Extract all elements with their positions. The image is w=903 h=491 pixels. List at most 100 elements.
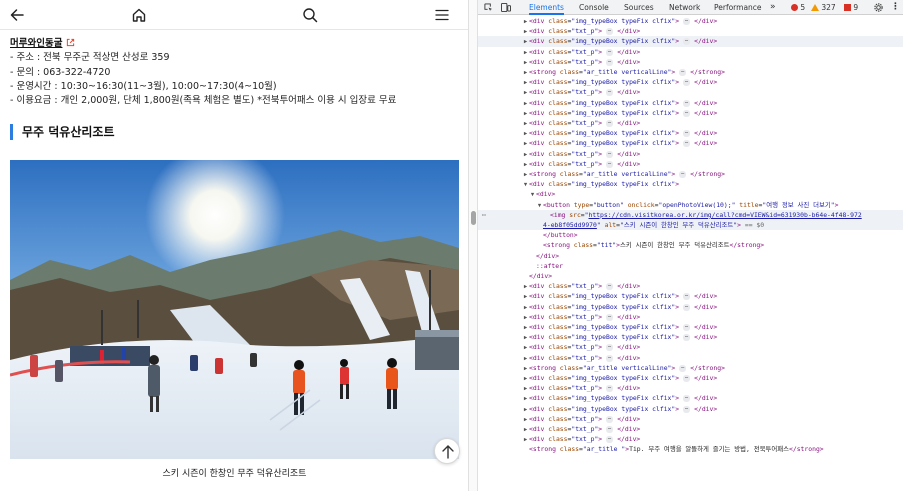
ellipsis-badge[interactable]: ⋯	[679, 364, 687, 372]
dom-node[interactable]: ▶ <div class="img_typeBox typeFix clfix">…	[478, 291, 903, 301]
dom-node[interactable]: ▶ <div class="txt_p"> ⋯ </div>	[478, 57, 903, 67]
tree-toggle[interactable]: ▶	[522, 292, 529, 301]
tree-toggle[interactable]: ▶	[522, 88, 529, 97]
ellipsis-badge[interactable]: ⋯	[606, 89, 614, 97]
more-tabs-button[interactable]: »	[770, 0, 776, 15]
ellipsis-badge[interactable]: ⋯	[682, 109, 691, 117]
dom-node[interactable]: ▶ <div class="img_typeBox typeFix clfix">…	[478, 108, 903, 118]
dom-node-selected[interactable]: 4-eb8f05dd9970" alt="스키 시즌이 한창인 무주 덕유산리조…	[478, 220, 903, 231]
ellipsis-badge[interactable]: ⋯	[682, 324, 691, 331]
warnings-badge[interactable]: 327	[811, 0, 836, 15]
dom-node-selected[interactable]: ⋯ <img src="https://cdn.visitkorea.or.kr/…	[478, 209, 903, 220]
tree-toggle[interactable]: ▶	[522, 170, 529, 179]
tree-toggle[interactable]: ▶	[522, 425, 529, 434]
ellipsis-badge[interactable]: ⋯	[606, 150, 614, 158]
tree-toggle[interactable]: ▶	[522, 109, 529, 118]
ellipsis-badge[interactable]: ⋯	[682, 375, 691, 382]
tree-toggle[interactable]: ▶	[522, 323, 529, 332]
ellipsis-badge[interactable]: ⋯	[606, 385, 614, 393]
tree-toggle[interactable]: ▼	[522, 180, 529, 189]
page-scrollbar[interactable]	[468, 0, 478, 491]
issues-badge[interactable]: 9	[844, 0, 858, 15]
ellipsis-badge[interactable]: ⋯	[682, 293, 691, 301]
tree-toggle[interactable]: ▶	[522, 150, 529, 159]
ellipsis-badge[interactable]: ⋯	[682, 79, 691, 87]
dom-node[interactable]: ▶ <div class="img_typeBox typeFix clfix">…	[478, 393, 903, 403]
dom-node[interactable]: ▶ <strong class="ar_title verticalLine"> …	[478, 67, 903, 77]
tree-toggle[interactable]: ▶	[522, 354, 529, 363]
ellipsis-badge[interactable]: ⋯	[606, 313, 614, 321]
ellipsis-badge[interactable]: ⋯	[682, 18, 691, 25]
tab-performance[interactable]: Performance	[714, 0, 762, 15]
ellipsis-badge[interactable]: ⋯	[606, 436, 614, 444]
dom-node[interactable]: </button>	[478, 230, 903, 240]
dom-node[interactable]: ▶ <div class="txt_p"> ⋯ </div>	[478, 312, 903, 322]
external-link-icon[interactable]	[66, 38, 75, 47]
dom-node[interactable]: ▶ <div class="txt_p"> ⋯ </div>	[478, 424, 903, 434]
dom-node[interactable]: ▶ <div class="img_typeBox typeFix clfix">…	[478, 138, 903, 148]
dom-node[interactable]: ▶ <div class="img_typeBox typeFix clfix">…	[478, 36, 903, 47]
dom-node[interactable]: ▶ <div class="txt_p"> ⋯ </div>	[478, 159, 903, 169]
tree-toggle[interactable]: ▶	[522, 27, 529, 36]
tree-toggle[interactable]: ▶	[522, 37, 529, 46]
dom-node[interactable]: ▶ <div class="txt_p"> ⋯ </div>	[478, 118, 903, 128]
dom-node[interactable]: ▶ <strong class="ar_title verticalLine"> …	[478, 363, 903, 373]
place-link[interactable]: 머루와인동굴	[10, 35, 75, 49]
menu-icon[interactable]	[434, 7, 450, 23]
tree-toggle[interactable]: ▶	[522, 303, 529, 312]
dom-node[interactable]: </div>	[478, 271, 903, 281]
tab-elements[interactable]: Elements	[529, 0, 564, 15]
tree-toggle[interactable]: ▶	[522, 99, 529, 108]
ellipsis-badge[interactable]: ⋯	[682, 38, 691, 46]
dom-node[interactable]: ▶ <div class="txt_p"> ⋯ </div>	[478, 383, 903, 393]
ellipsis-badge[interactable]: ⋯	[682, 130, 691, 138]
dom-node[interactable]: ▼ <button type="button" onclick="openPhot…	[478, 200, 903, 210]
dom-node[interactable]: ▶ <div class="img_typeBox typeFix clfix">…	[478, 16, 903, 26]
more-options-icon[interactable]: ⋮	[891, 0, 900, 15]
scrollbar-thumb[interactable]	[471, 211, 476, 225]
tree-toggle[interactable]: ▶	[522, 405, 529, 414]
back-arrow-icon[interactable]	[9, 7, 25, 23]
tree-toggle[interactable]: ▶	[522, 17, 529, 26]
tree-toggle[interactable]: ▶	[522, 333, 529, 342]
tab-network[interactable]: Network	[669, 0, 700, 15]
dom-node[interactable]: ▶ <div class="txt_p"> ⋯ </div>	[478, 353, 903, 363]
home-icon[interactable]	[131, 7, 147, 23]
dom-node[interactable]: ▼ <div>	[478, 189, 903, 199]
ellipsis-badge[interactable]: ⋯	[606, 120, 614, 127]
dom-node[interactable]: ▶ <div class="img_typeBox typeFix clfix">…	[478, 98, 903, 108]
ski-resort-photo[interactable]	[10, 160, 459, 459]
dom-node[interactable]: ▶ <div class="txt_p"> ⋯ </div>	[478, 414, 903, 424]
tree-toggle[interactable]: ▶	[522, 374, 529, 383]
tab-sources[interactable]: Sources	[624, 0, 654, 15]
tree-toggle[interactable]: ▶	[522, 364, 529, 373]
tab-console[interactable]: Console	[579, 0, 609, 15]
tree-toggle[interactable]: ▶	[522, 282, 529, 291]
ellipsis-badge[interactable]: ⋯	[606, 344, 614, 352]
ellipsis-badge[interactable]: ⋯	[606, 415, 614, 423]
ellipsis-badge[interactable]: ⋯	[682, 99, 691, 107]
errors-badge[interactable]: 5	[791, 0, 805, 15]
dom-node[interactable]: ▶ <div class="txt_p"> ⋯ </div>	[478, 149, 903, 159]
dom-node[interactable]: ▶ <div class="txt_p"> ⋯ </div>	[478, 281, 903, 291]
dom-node[interactable]: ▶ <div class="txt_p"> ⋯ </div>	[478, 434, 903, 444]
inspect-element-icon[interactable]	[484, 3, 493, 12]
place-link-text[interactable]: 머루와인동굴	[10, 38, 62, 49]
dom-node[interactable]: ▶ <div class="img_typeBox typeFix clfix">…	[478, 128, 903, 138]
dom-node[interactable]: ▶ <div class="img_typeBox typeFix clfix">…	[478, 404, 903, 414]
tree-toggle[interactable]: ▶	[522, 435, 529, 444]
dom-node[interactable]: </div>	[478, 251, 903, 261]
dom-node[interactable]: ▶ <div class="img_typeBox typeFix clfix">…	[478, 322, 903, 332]
dom-node[interactable]: ▶ <div class="img_typeBox typeFix clfix">…	[478, 77, 903, 87]
ellipsis-badge[interactable]: ⋯	[679, 69, 687, 76]
ellipsis-badge[interactable]: ⋯	[606, 160, 614, 168]
scroll-to-top-button[interactable]	[434, 438, 460, 464]
ellipsis-badge[interactable]: ⋯	[679, 171, 687, 178]
ellipsis-badge[interactable]: ⋯	[682, 405, 691, 413]
dom-node[interactable]: <strong class="ar_title ">Tip. 무주 여행을 알뜰…	[478, 444, 903, 454]
tree-toggle[interactable]: ▶	[522, 415, 529, 424]
ski-resort-image[interactable]	[10, 160, 459, 459]
dom-node[interactable]: ▶ <div class="txt_p"> ⋯ </div>	[478, 26, 903, 36]
tree-toggle[interactable]: ▶	[522, 68, 529, 77]
dom-node[interactable]: ▶ <div class="txt_p"> ⋯ </div>	[478, 342, 903, 352]
